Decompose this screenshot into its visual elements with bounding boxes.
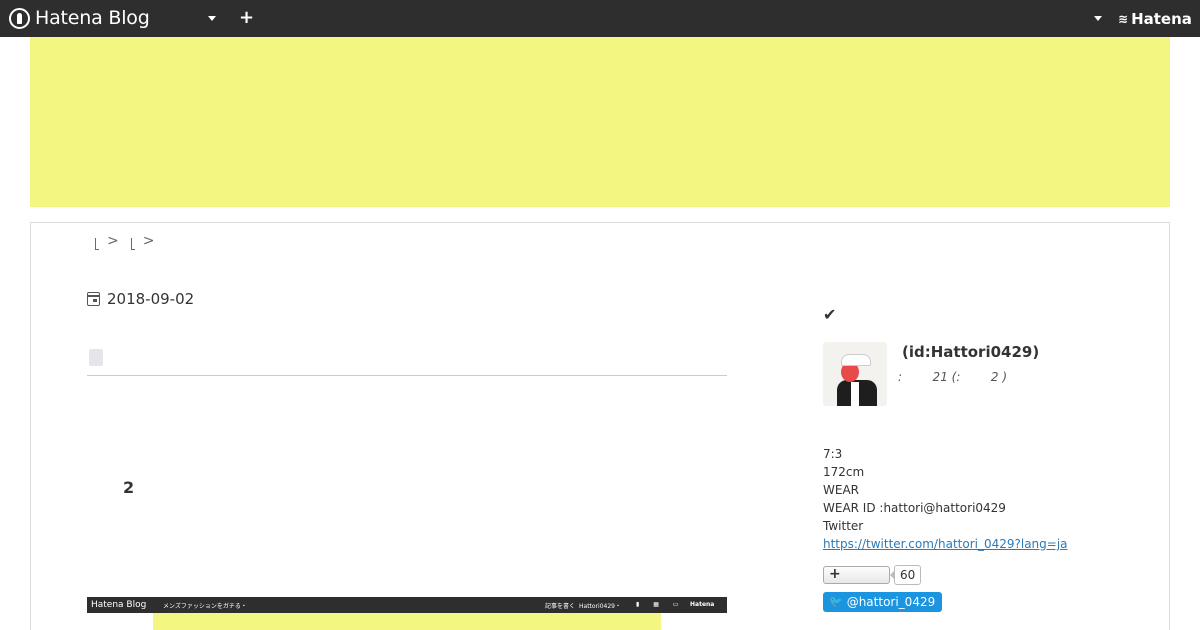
about-line: 172cm xyxy=(823,465,865,479)
embed-write-label: 記事を書く xyxy=(545,603,576,610)
avatar[interactable] xyxy=(823,342,887,406)
hatena-blog-brand[interactable]: Hatena Blog xyxy=(9,6,150,30)
entry-title[interactable] xyxy=(89,349,103,366)
embed-banner xyxy=(153,613,661,630)
embed-brand: Hatena Blog xyxy=(91,600,147,610)
breadcrumb: > > xyxy=(30,222,1170,261)
twitter-follow-button[interactable]: 🐦 @hattori_0429 xyxy=(823,592,943,612)
breadcrumb-link-category[interactable] xyxy=(130,238,135,250)
profile-about: 7:3 172cm WEAR WEAR ID :hattori@hattori0… xyxy=(823,445,1068,553)
profile-id[interactable]: (id:Hattori0429) xyxy=(902,343,1039,361)
embed-user-label: Hattori0429・ xyxy=(579,603,621,610)
about-line: Twitter xyxy=(823,519,864,533)
calendar-icon xyxy=(87,292,100,306)
embed-hatena-label: Hatena xyxy=(690,601,715,608)
twitter-bird-icon: 🐦 xyxy=(829,595,843,608)
plus-icon: + xyxy=(829,566,841,582)
entry-title-divider xyxy=(87,375,727,376)
embed-toolbar-icons: ▮ ▦ ▭ xyxy=(636,601,685,608)
new-entry-plus-icon[interactable]: + xyxy=(239,8,254,28)
hatena-label: Hatena xyxy=(1131,10,1192,28)
blog-header-banner[interactable] xyxy=(30,37,1170,207)
global-header: Hatena Blog + ≋ Hatena xyxy=(0,0,1200,37)
entry-date[interactable]: 2018-09-02 xyxy=(87,290,194,308)
article-screenshot-image: Hatena Blog メンズファッションをガチる・ 記事を書く Hattori… xyxy=(87,597,727,630)
breadcrumb-separator: > xyxy=(142,233,155,249)
blog-menu-chevron-down-icon[interactable] xyxy=(208,16,216,21)
hatena-logo[interactable]: ≋ Hatena xyxy=(1118,10,1192,28)
follower-count: 60 xyxy=(889,565,922,585)
entry-date-text: 2018-09-02 xyxy=(107,290,195,308)
brand-title: Hatena Blog xyxy=(35,7,150,29)
embed-blog-name: メンズファッションをガチる・ xyxy=(163,603,247,610)
follow-button[interactable]: + xyxy=(823,566,890,584)
hatena-logo-icon: ≋ xyxy=(1118,12,1129,26)
user-menu-chevron-down-icon[interactable] xyxy=(1094,16,1102,21)
about-line: 7:3 xyxy=(823,447,843,461)
section-heading: 2 xyxy=(123,478,135,497)
breadcrumb-separator: > xyxy=(107,233,119,249)
check-icon: ✔ xyxy=(823,305,837,324)
about-line: WEAR ID :hattori@hattori0429 xyxy=(823,501,1006,515)
twitter-handle: @hattori_0429 xyxy=(846,595,936,609)
breadcrumb-link-home[interactable] xyxy=(95,238,99,250)
twitter-profile-link[interactable]: https://twitter.com/hattori_0429?lang=ja xyxy=(823,537,1068,551)
profile-meta: : 21 (: 2 ) xyxy=(898,370,1008,384)
hatena-blog-logo-icon xyxy=(9,7,30,29)
about-line: WEAR xyxy=(823,483,859,497)
